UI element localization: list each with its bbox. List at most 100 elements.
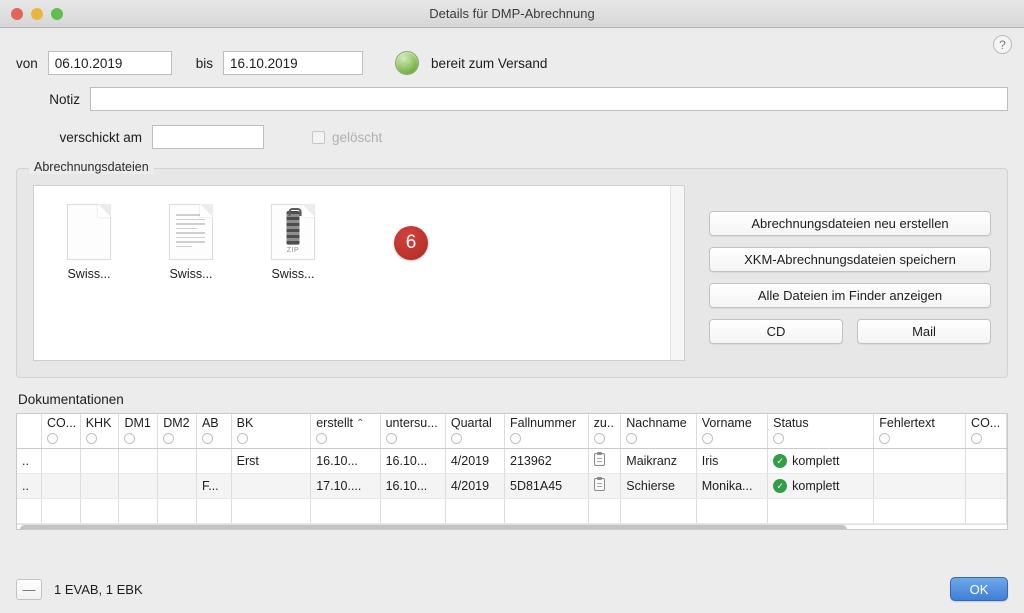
cell-empty xyxy=(17,498,42,524)
column-header-label: CO... xyxy=(971,416,1001,430)
zip-archive-icon: ZIP xyxy=(271,204,315,260)
notiz-row: Notiz xyxy=(16,84,1008,114)
save-xkm-files-button[interactable]: XKM-Abrechnungsdateien speichern xyxy=(709,247,991,272)
column-header-c0[interactable] xyxy=(17,414,42,449)
column-header-co1[interactable]: CO... xyxy=(41,414,81,449)
geloescht-label: gelöscht xyxy=(332,129,383,145)
table-horizontal-scrollbar[interactable] xyxy=(17,523,1007,529)
cell-empty xyxy=(196,498,232,524)
column-filter-toggle[interactable] xyxy=(879,433,891,444)
abrechnungsdateien-legend: Abrechnungsdateien xyxy=(29,160,154,174)
status-label: bereit zum Versand xyxy=(431,55,548,71)
column-header-vorname[interactable]: Vorname xyxy=(696,414,769,449)
scrollbar-thumb[interactable] xyxy=(20,524,847,529)
column-header-status[interactable]: Status xyxy=(767,414,875,449)
verschickt-input[interactable] xyxy=(152,125,264,149)
column-header-quartal[interactable]: Quartal xyxy=(445,414,506,449)
column-filter-toggle[interactable] xyxy=(201,433,213,444)
cell-empty xyxy=(310,498,381,524)
column-header-untersucht[interactable]: untersu... xyxy=(380,414,446,449)
column-header-fallnummer[interactable]: Fallnummer xyxy=(504,414,589,449)
cell-zu xyxy=(588,473,622,499)
file-list-panel[interactable]: Swiss... Swiss... ZIP Swiss... 6 xyxy=(33,185,685,361)
column-header-dm1[interactable]: DM1 xyxy=(118,414,159,449)
cd-mail-button-row: CD Mail xyxy=(709,319,991,344)
cell-untersucht: 16.10... xyxy=(380,473,446,499)
dialog-footer: — 1 EVAB, 1 EBK OK xyxy=(0,565,1024,613)
von-label: von xyxy=(16,55,38,71)
cell-empty xyxy=(965,498,1007,524)
cell-fallnummer: 213962 xyxy=(504,448,589,474)
column-filter-toggle[interactable] xyxy=(385,433,397,444)
column-header-label: BK xyxy=(236,416,254,430)
check-circle-icon: ✓ xyxy=(773,478,788,493)
recreate-files-button[interactable]: Abrechnungsdateien neu erstellen xyxy=(709,211,991,236)
geloescht-checkbox-group[interactable]: gelöscht xyxy=(312,130,382,145)
column-header-co2[interactable]: CO... xyxy=(965,414,1007,449)
file-label: Swiss... xyxy=(271,267,315,281)
cell-status: ✓ komplett xyxy=(767,473,875,499)
cell-empty xyxy=(696,498,769,524)
cell-empty xyxy=(231,498,312,524)
cd-button[interactable]: CD xyxy=(709,319,843,344)
column-header-ab[interactable]: AB xyxy=(196,414,232,449)
table-row[interactable]: .. F... 17.10.... 16.10... 4/2019 5D81A45 Schi… xyxy=(17,473,1007,499)
ok-button[interactable]: OK xyxy=(950,577,1008,601)
cell-empty xyxy=(41,498,81,524)
close-button[interactable] xyxy=(11,7,23,20)
cell-co2 xyxy=(965,448,1007,474)
table-row[interactable]: .. Erst 16.10... 16.10... 4/2019 213962 Maikra… xyxy=(17,448,1007,474)
cell-empty xyxy=(873,498,967,524)
column-header-erstellt[interactable]: erstellt ⌃ xyxy=(310,414,381,449)
remove-button[interactable]: — xyxy=(16,578,42,600)
help-button[interactable]: ? xyxy=(993,35,1012,54)
title-bar: Details für DMP-Abrechnung xyxy=(0,0,1024,28)
column-filter-toggle[interactable] xyxy=(626,433,638,444)
cell-dm2 xyxy=(157,473,197,499)
column-filter-toggle[interactable] xyxy=(971,433,983,444)
column-filter-toggle[interactable] xyxy=(46,433,58,444)
sort-ascending-icon: ⌃ xyxy=(356,417,365,429)
column-header-khk[interactable]: KHK xyxy=(80,414,120,449)
column-filter-toggle[interactable] xyxy=(593,433,605,444)
column-filter-toggle[interactable] xyxy=(163,433,175,444)
geloescht-checkbox[interactable] xyxy=(312,130,325,144)
zipper-graphic xyxy=(286,208,302,245)
column-header-label: Nachname xyxy=(626,416,687,430)
status-text: komplett xyxy=(792,478,840,493)
minimize-button[interactable] xyxy=(31,7,43,20)
column-filter-toggle[interactable] xyxy=(85,433,97,444)
file-panel-scrollbar[interactable] xyxy=(670,186,684,360)
bis-input[interactable]: 16.10.2019 xyxy=(223,51,364,75)
zoom-button[interactable] xyxy=(51,7,63,20)
column-header-zu[interactable]: zu... xyxy=(588,414,622,449)
column-filter-toggle[interactable] xyxy=(510,433,521,444)
column-filter-toggle[interactable] xyxy=(701,433,713,444)
von-input[interactable]: 06.10.2019 xyxy=(47,51,172,75)
column-header-dm2[interactable]: DM2 xyxy=(157,414,197,449)
column-filter-toggle[interactable] xyxy=(124,433,136,444)
mail-button[interactable]: Mail xyxy=(857,319,991,344)
show-in-finder-button[interactable]: Alle Dateien im Finder anzeigen xyxy=(709,283,991,308)
column-header-fehlertext[interactable]: Fehlertext xyxy=(873,414,967,449)
file-item[interactable]: Swiss... xyxy=(52,204,126,281)
column-filter-toggle[interactable] xyxy=(236,433,248,444)
column-filter-toggle[interactable] xyxy=(773,433,785,444)
dialog-window: Details für DMP-Abrechnung ? von 06.10.2… xyxy=(0,0,1024,613)
file-item[interactable]: Swiss... xyxy=(154,204,228,281)
cell-bk: Erst xyxy=(231,448,312,474)
table-header: CO... KHK DM1 DM2 AB BK erstellt ⌃ untersu... Qua… xyxy=(17,414,1007,449)
cell-empty xyxy=(445,498,506,524)
column-filter-toggle[interactable] xyxy=(450,433,462,444)
cell-quartal: 4/2019 xyxy=(445,473,506,499)
column-header-bk[interactable]: BK xyxy=(231,414,312,449)
column-filter-toggle[interactable] xyxy=(316,433,328,444)
column-header-label: zu... xyxy=(593,416,616,430)
file-item[interactable]: ZIP Swiss... xyxy=(256,204,330,281)
column-header-nachname[interactable]: Nachname xyxy=(620,414,697,449)
column-header-label: DM2 xyxy=(163,416,190,430)
cell-dm2 xyxy=(157,448,197,474)
notiz-input[interactable] xyxy=(90,87,1008,111)
cell-nachname: Schierse xyxy=(620,473,697,499)
file-action-buttons: Abrechnungsdateien neu erstellen XKM-Abr… xyxy=(685,185,991,361)
